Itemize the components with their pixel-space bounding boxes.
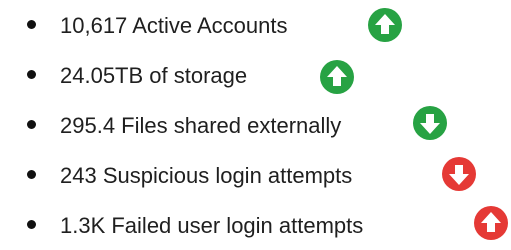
- stat-item-files-shared: 295.4 Files shared externally: [0, 100, 511, 150]
- up-arrow-icon: [368, 8, 402, 42]
- bullet-icon: [27, 170, 36, 179]
- bullet-icon: [27, 20, 36, 29]
- up-arrow-icon: [320, 60, 354, 94]
- stat-item-suspicious-logins: 243 Suspicious login attempts: [0, 150, 511, 200]
- stat-item-active-accounts: 10,617 Active Accounts: [0, 0, 511, 50]
- bullet-icon: [27, 70, 36, 79]
- bullet-icon: [27, 120, 36, 129]
- down-arrow-icon: [413, 106, 447, 140]
- stat-label: 295.4 Files shared externally: [60, 113, 342, 138]
- stat-label: 1.3K Failed user login attempts: [60, 213, 364, 238]
- up-arrow-icon: [474, 206, 508, 240]
- stat-list: 10,617 Active Accounts 24.05TB of storag…: [0, 0, 511, 250]
- stat-label: 24.05TB of storage: [60, 63, 248, 88]
- stat-label: 10,617 Active Accounts: [60, 13, 288, 38]
- stat-item-failed-logins: 1.3K Failed user login attempts: [0, 200, 511, 250]
- bullet-icon: [27, 220, 36, 229]
- stat-label: 243 Suspicious login attempts: [60, 163, 353, 188]
- stat-item-storage: 24.05TB of storage: [0, 50, 511, 100]
- down-arrow-icon: [442, 157, 476, 191]
